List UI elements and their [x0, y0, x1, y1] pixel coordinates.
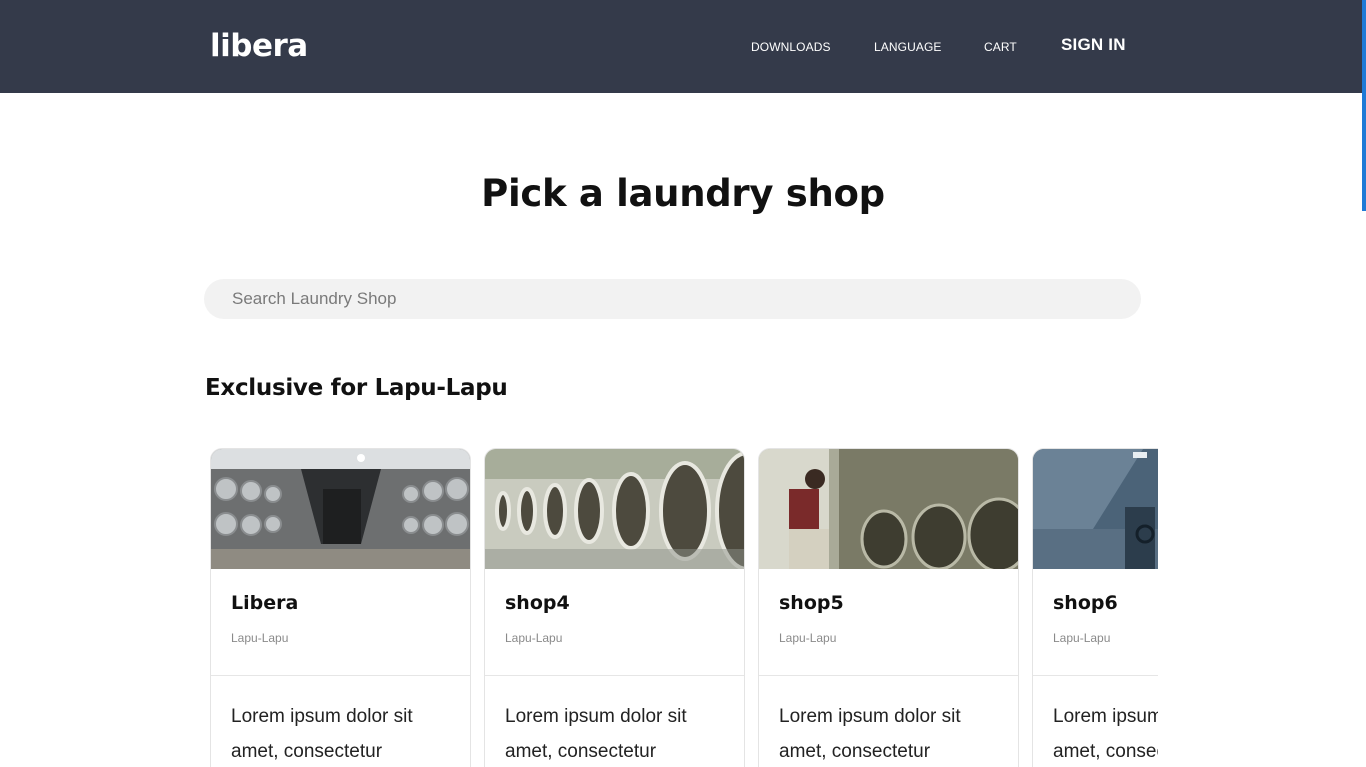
shop-location: Lapu-Lapu: [505, 631, 563, 645]
shop-location: Lapu-Lapu: [1053, 631, 1111, 645]
top-navbar: libera DOWNLOADS LANGUAGE CART SIGN IN: [0, 0, 1366, 93]
shop-description: Lorem ipsum dolor sit amet, consectetur: [505, 706, 687, 762]
shop-carousel: Libera Lapu-Lapu Lorem ipsum dolor sit a…: [204, 441, 1158, 767]
shop-name: shop4: [505, 592, 570, 614]
card-divider: [485, 675, 744, 676]
nav-cart-link[interactable]: CART: [984, 0, 1017, 93]
page-title: Pick a laundry shop: [481, 172, 885, 215]
shop-name: shop6: [1053, 592, 1118, 614]
shop-description: Lorem ipsum dolor sit amet, consectetur: [1053, 706, 1158, 762]
section-title: Exclusive for Lapu-Lapu: [205, 375, 508, 401]
nav-language-link[interactable]: LANGUAGE: [874, 0, 942, 93]
shop-image: [211, 449, 470, 569]
shop-image: [759, 449, 1018, 569]
shop-card-shop6[interactable]: shop6 Lapu-Lapu Lorem ipsum dolor sit am…: [1032, 448, 1158, 767]
shop-location: Lapu-Lapu: [779, 631, 837, 645]
scrollbar-accent: [1362, 0, 1366, 93]
card-divider: [759, 675, 1018, 676]
shop-card-libera[interactable]: Libera Lapu-Lapu Lorem ipsum dolor sit a…: [210, 448, 471, 767]
shop-location: Lapu-Lapu: [231, 631, 289, 645]
sign-in-link[interactable]: SIGN IN: [1061, 0, 1126, 91]
shop-description: Lorem ipsum dolor sit amet, consectetur: [779, 706, 961, 762]
search-laundry-shop-input[interactable]: [204, 279, 1141, 319]
shop-name: Libera: [231, 592, 299, 614]
card-divider: [1033, 675, 1158, 676]
card-divider: [211, 675, 470, 676]
shop-card-shop5[interactable]: shop5 Lapu-Lapu Lorem ipsum dolor sit am…: [758, 448, 1019, 767]
shop-description: Lorem ipsum dolor sit amet, consectetur: [231, 706, 413, 762]
shop-name: shop5: [779, 592, 844, 614]
shop-image: [1033, 449, 1158, 569]
shop-card-shop4[interactable]: shop4 Lapu-Lapu Lorem ipsum dolor sit am…: [484, 448, 745, 767]
shop-image: [485, 449, 744, 569]
nav-downloads-link[interactable]: DOWNLOADS: [751, 0, 831, 93]
libera-logo[interactable]: libera: [210, 24, 308, 68]
